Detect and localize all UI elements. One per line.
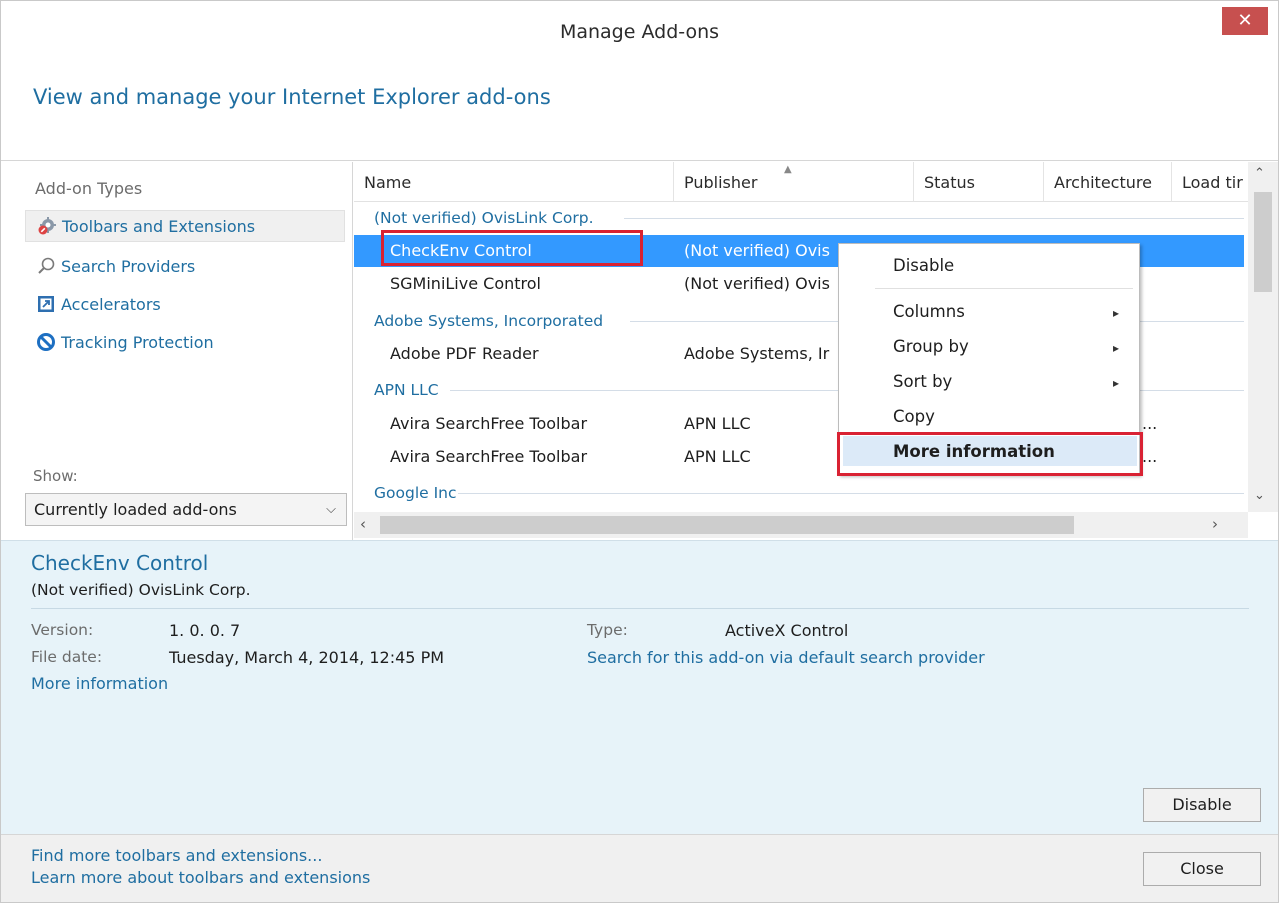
scroll-right-icon[interactable]: › [1212,515,1218,533]
sidebar-item-label: Search Providers [61,256,196,276]
addon-publisher: Adobe Systems, Ir [684,344,830,363]
scroll-left-icon[interactable]: ‹ [360,515,366,533]
version-value: 1. 0. 0. 7 [169,621,241,640]
header-text: View and manage your Internet Explorer a… [33,85,551,109]
search-icon [35,255,57,277]
vertical-scrollbar[interactable]: ⌃ ⌄ [1248,162,1278,512]
addon-name: Adobe PDF Reader [390,344,539,363]
sidebar-item-label: Toolbars and Extensions [62,216,256,236]
block-icon [35,331,57,353]
group-header: APN LLC [374,381,439,399]
sort-ascending-icon: ▲ [784,164,792,175]
addon-name: SGMiniLive Control [390,274,541,293]
addon-publisher: APN LLC [684,414,751,433]
sidebar-item-label: Tracking Protection [61,332,214,352]
addon-types-title: Add-on Types [35,179,143,198]
sidebar-item-label: Accelerators [61,294,161,314]
horizontal-scroll-thumb[interactable] [380,516,1074,534]
addon-types-pane: Add-on Types Toolbars and Extensions Sea… [1,162,353,540]
details-publisher: (Not verified) OvisLink Corp. [31,581,251,599]
group-header: Google Inc [374,484,457,502]
footer: Find more toolbars and extensions... Lea… [1,834,1278,902]
close-window-button[interactable]: ✕ [1222,7,1268,35]
details-panel: CheckEnv Control (Not verified) OvisLink… [1,540,1278,834]
menu-item-copy[interactable]: Copy [893,407,935,426]
details-divider [31,608,1249,609]
column-publisher[interactable]: Publisher [674,162,914,202]
sidebar-item-search-providers[interactable]: Search Providers [25,250,345,282]
column-load-time[interactable]: Load tir [1172,162,1252,202]
addon-name: Avira SearchFree Toolbar [390,447,588,466]
addon-publisher: (Not verified) Ovis [684,241,830,260]
title-bar: Manage Add-ons ✕ [1,1,1278,63]
group-header: (Not verified) OvisLink Corp. [374,209,594,227]
truncated-value: ... [1142,414,1158,433]
sidebar-item-toolbars[interactable]: Toolbars and Extensions [25,210,345,242]
addon-publisher: APN LLC [684,447,751,466]
column-name[interactable]: Name [354,162,674,202]
disable-button[interactable]: Disable [1143,788,1261,822]
chevron-down-icon: ⌵ [326,502,336,517]
vertical-scroll-thumb[interactable] [1254,192,1272,292]
submenu-arrow-icon: ▸ [1112,306,1119,320]
menu-separator [875,288,1133,289]
type-label: Type: [587,621,628,639]
truncated-value: ... [1142,447,1158,466]
column-status[interactable]: Status [914,162,1044,202]
header: View and manage your Internet Explorer a… [1,63,1278,161]
learn-more-toolbars-link[interactable]: Learn more about toolbars and extensions [31,868,370,887]
scroll-up-icon[interactable]: ⌃ [1254,166,1265,181]
horizontal-scrollbar[interactable]: ‹ › [354,512,1248,538]
show-dropdown[interactable]: Currently loaded add-ons ⌵ [25,493,347,526]
highlight-box [837,432,1143,476]
list-header: Name Publisher ▲ Status Architecture Loa… [354,162,1254,202]
addon-publisher: (Not verified) Ovis [684,274,830,293]
menu-item-sort-by[interactable]: Sort by [893,372,952,391]
file-date-label: File date: [31,648,103,666]
group-header: Adobe Systems, Incorporated [374,312,604,330]
more-information-link[interactable]: More information [31,674,168,693]
file-date-value: Tuesday, March 4, 2014, 12:45 PM [169,648,445,667]
search-addon-link[interactable]: Search for this add-on via default searc… [587,648,985,667]
menu-item-columns[interactable]: Columns [893,302,965,321]
menu-item-disable[interactable]: Disable [893,256,954,275]
sidebar-item-tracking-protection[interactable]: Tracking Protection [25,326,345,358]
column-architecture[interactable]: Architecture [1044,162,1172,202]
gear-icon [36,215,58,237]
accelerator-icon [35,293,57,315]
show-label: Show: [33,467,78,485]
highlight-box [381,230,643,266]
close-button[interactable]: Close [1143,852,1261,886]
menu-item-group-by[interactable]: Group by [893,337,969,356]
scroll-down-icon[interactable]: ⌄ [1254,488,1265,503]
manage-addons-window: Manage Add-ons ✕ View and manage your In… [0,0,1279,903]
details-addon-name: CheckEnv Control [31,551,209,575]
version-label: Version: [31,621,94,639]
submenu-arrow-icon: ▸ [1112,341,1119,355]
sidebar-item-accelerators[interactable]: Accelerators [25,288,345,320]
group-divider [458,493,1244,494]
type-value: ActiveX Control [725,621,849,640]
show-dropdown-value: Currently loaded add-ons [34,500,237,519]
addon-name: Avira SearchFree Toolbar [390,414,588,433]
window-title: Manage Add-ons [559,21,720,43]
group-divider [624,218,1244,219]
find-more-toolbars-link[interactable]: Find more toolbars and extensions... [31,846,322,865]
submenu-arrow-icon: ▸ [1112,376,1119,390]
